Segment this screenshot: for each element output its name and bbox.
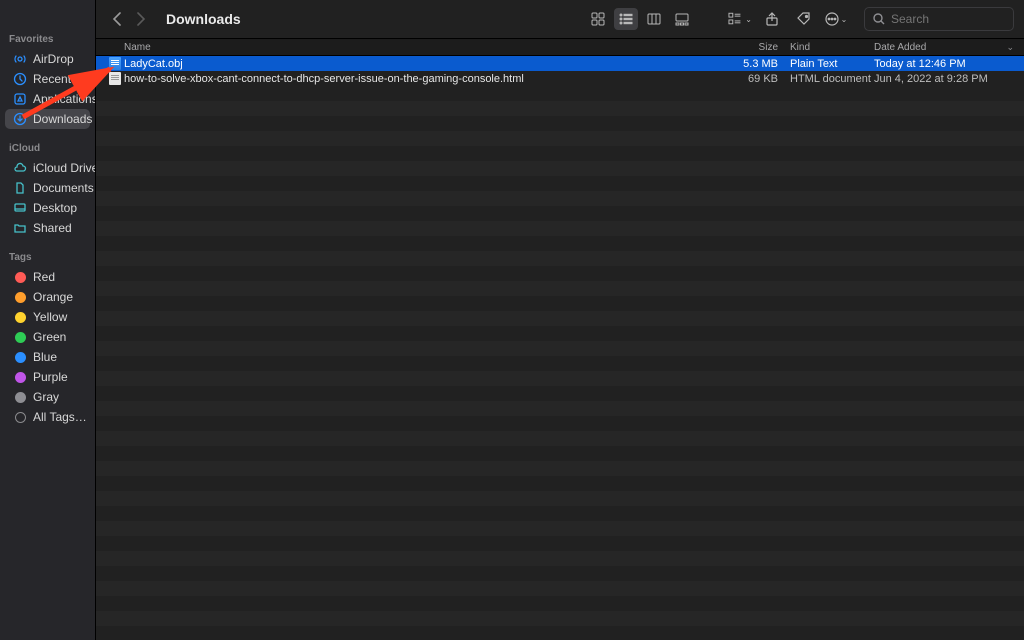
forward-button[interactable] [136, 12, 146, 26]
sidebar-item-label: Orange [33, 290, 73, 304]
file-icon [106, 72, 124, 85]
share-button[interactable] [760, 8, 784, 30]
airdrop-icon [13, 52, 27, 66]
sidebar-item-gray[interactable]: Gray [5, 387, 90, 407]
sidebar-header: Favorites [0, 30, 95, 49]
sidebar-item-applications[interactable]: Applications [5, 89, 90, 109]
view-columns-button[interactable] [642, 8, 666, 30]
alltag-icon [13, 410, 27, 424]
column-header-size[interactable]: Size [720, 42, 790, 53]
sidebar-item-shared[interactable]: Shared [5, 218, 90, 238]
sidebar-item-airdrop[interactable]: AirDrop [5, 49, 90, 69]
search-icon [873, 13, 885, 25]
main-pane: Downloads ⌄ [96, 0, 1024, 640]
column-header-name[interactable]: Name [116, 42, 720, 53]
sidebar-item-label: Desktop [33, 201, 77, 215]
sidebar-header: iCloud [0, 139, 95, 158]
sidebar-item-label: Downloads [33, 112, 92, 126]
sidebar-item-label: Gray [33, 390, 59, 404]
view-list-button[interactable] [614, 8, 638, 30]
sidebar-item-label: iCloud Drive [33, 161, 96, 175]
sidebar-item-orange[interactable]: Orange [5, 287, 90, 307]
clock-icon [13, 72, 27, 86]
chevron-down-icon: ⌄ [1006, 42, 1014, 53]
apps-icon [13, 92, 27, 106]
sidebar-item-desktop[interactable]: Desktop [5, 198, 90, 218]
sidebar-item-purple[interactable]: Purple [5, 367, 90, 387]
sidebar-item-label: Yellow [33, 310, 67, 324]
sidebar-item-label: Green [33, 330, 66, 344]
view-gallery-button[interactable] [670, 8, 694, 30]
file-size: 5.3 MB [720, 58, 790, 70]
file-kind: Plain Text [790, 58, 874, 70]
folder-icon [13, 221, 27, 235]
sidebar-item-documents[interactable]: Documents [5, 178, 90, 198]
download-icon [13, 112, 27, 126]
window-title: Downloads [166, 11, 241, 27]
sidebar-item-recents[interactable]: Recents [5, 69, 90, 89]
file-size: 69 KB [720, 73, 790, 85]
column-header-row: Name Size Kind Date Added ⌄ [96, 38, 1024, 56]
sidebar-item-icloud-drive[interactable]: iCloud Drive [5, 158, 90, 178]
tag-icon [13, 290, 27, 304]
column-header-date-label: Date Added [874, 42, 926, 53]
search-input[interactable] [891, 12, 1005, 26]
desktop-icon [13, 201, 27, 215]
file-kind: HTML document [790, 73, 874, 85]
file-list: LadyCat.obj5.3 MBPlain TextToday at 12:4… [96, 56, 1024, 640]
tag-button[interactable] [792, 8, 816, 30]
sidebar-item-label: AirDrop [33, 52, 74, 66]
sidebar-item-label: Blue [33, 350, 57, 364]
tag-icon [13, 310, 27, 324]
sidebar-item-blue[interactable]: Blue [5, 347, 90, 367]
tag-icon [13, 330, 27, 344]
file-name: how-to-solve-xbox-cant-connect-to-dhcp-s… [124, 73, 720, 85]
tag-icon [13, 370, 27, 384]
file-icon [106, 57, 124, 70]
back-button[interactable] [112, 12, 122, 26]
sidebar: Favorites AirDrop Recents Applications Downl… [0, 0, 96, 640]
sidebar-item-red[interactable]: Red [5, 267, 90, 287]
group-button[interactable]: ⌄ [728, 8, 752, 30]
sidebar-header: Tags [0, 248, 95, 267]
sidebar-item-green[interactable]: Green [5, 327, 90, 347]
tag-icon [13, 270, 27, 284]
tag-icon [13, 350, 27, 364]
file-date: Jun 4, 2022 at 9:28 PM [874, 73, 1014, 85]
sidebar-item-all-tags-[interactable]: All Tags… [5, 407, 90, 427]
file-row[interactable]: LadyCat.obj5.3 MBPlain TextToday at 12:4… [96, 56, 1024, 71]
view-icons-button[interactable] [586, 8, 610, 30]
sidebar-item-label: Shared [33, 221, 72, 235]
sidebar-item-label: Recents [33, 72, 77, 86]
sidebar-item-downloads[interactable]: Downloads [5, 109, 90, 129]
sidebar-item-yellow[interactable]: Yellow [5, 307, 90, 327]
column-header-kind[interactable]: Kind [790, 42, 874, 53]
tag-icon [13, 390, 27, 404]
view-mode-group [586, 8, 694, 30]
cloud-icon [13, 161, 27, 175]
sidebar-item-label: Purple [33, 370, 68, 384]
column-header-date[interactable]: Date Added ⌄ [874, 42, 1014, 53]
toolbar: Downloads ⌄ [96, 0, 1024, 38]
search-field[interactable] [864, 7, 1014, 31]
sidebar-item-label: Red [33, 270, 55, 284]
chevron-down-icon: ⌄ [745, 15, 752, 24]
file-row[interactable]: how-to-solve-xbox-cant-connect-to-dhcp-s… [96, 71, 1024, 86]
file-date: Today at 12:46 PM [874, 58, 1014, 70]
doc-icon [13, 181, 27, 195]
chevron-down-icon: ⌄ [841, 15, 848, 24]
sidebar-item-label: Applications [33, 92, 96, 106]
action-menu-button[interactable]: ⌄ [824, 8, 848, 30]
sidebar-item-label: Documents [33, 181, 94, 195]
file-name: LadyCat.obj [124, 58, 720, 70]
sidebar-item-label: All Tags… [33, 410, 87, 424]
